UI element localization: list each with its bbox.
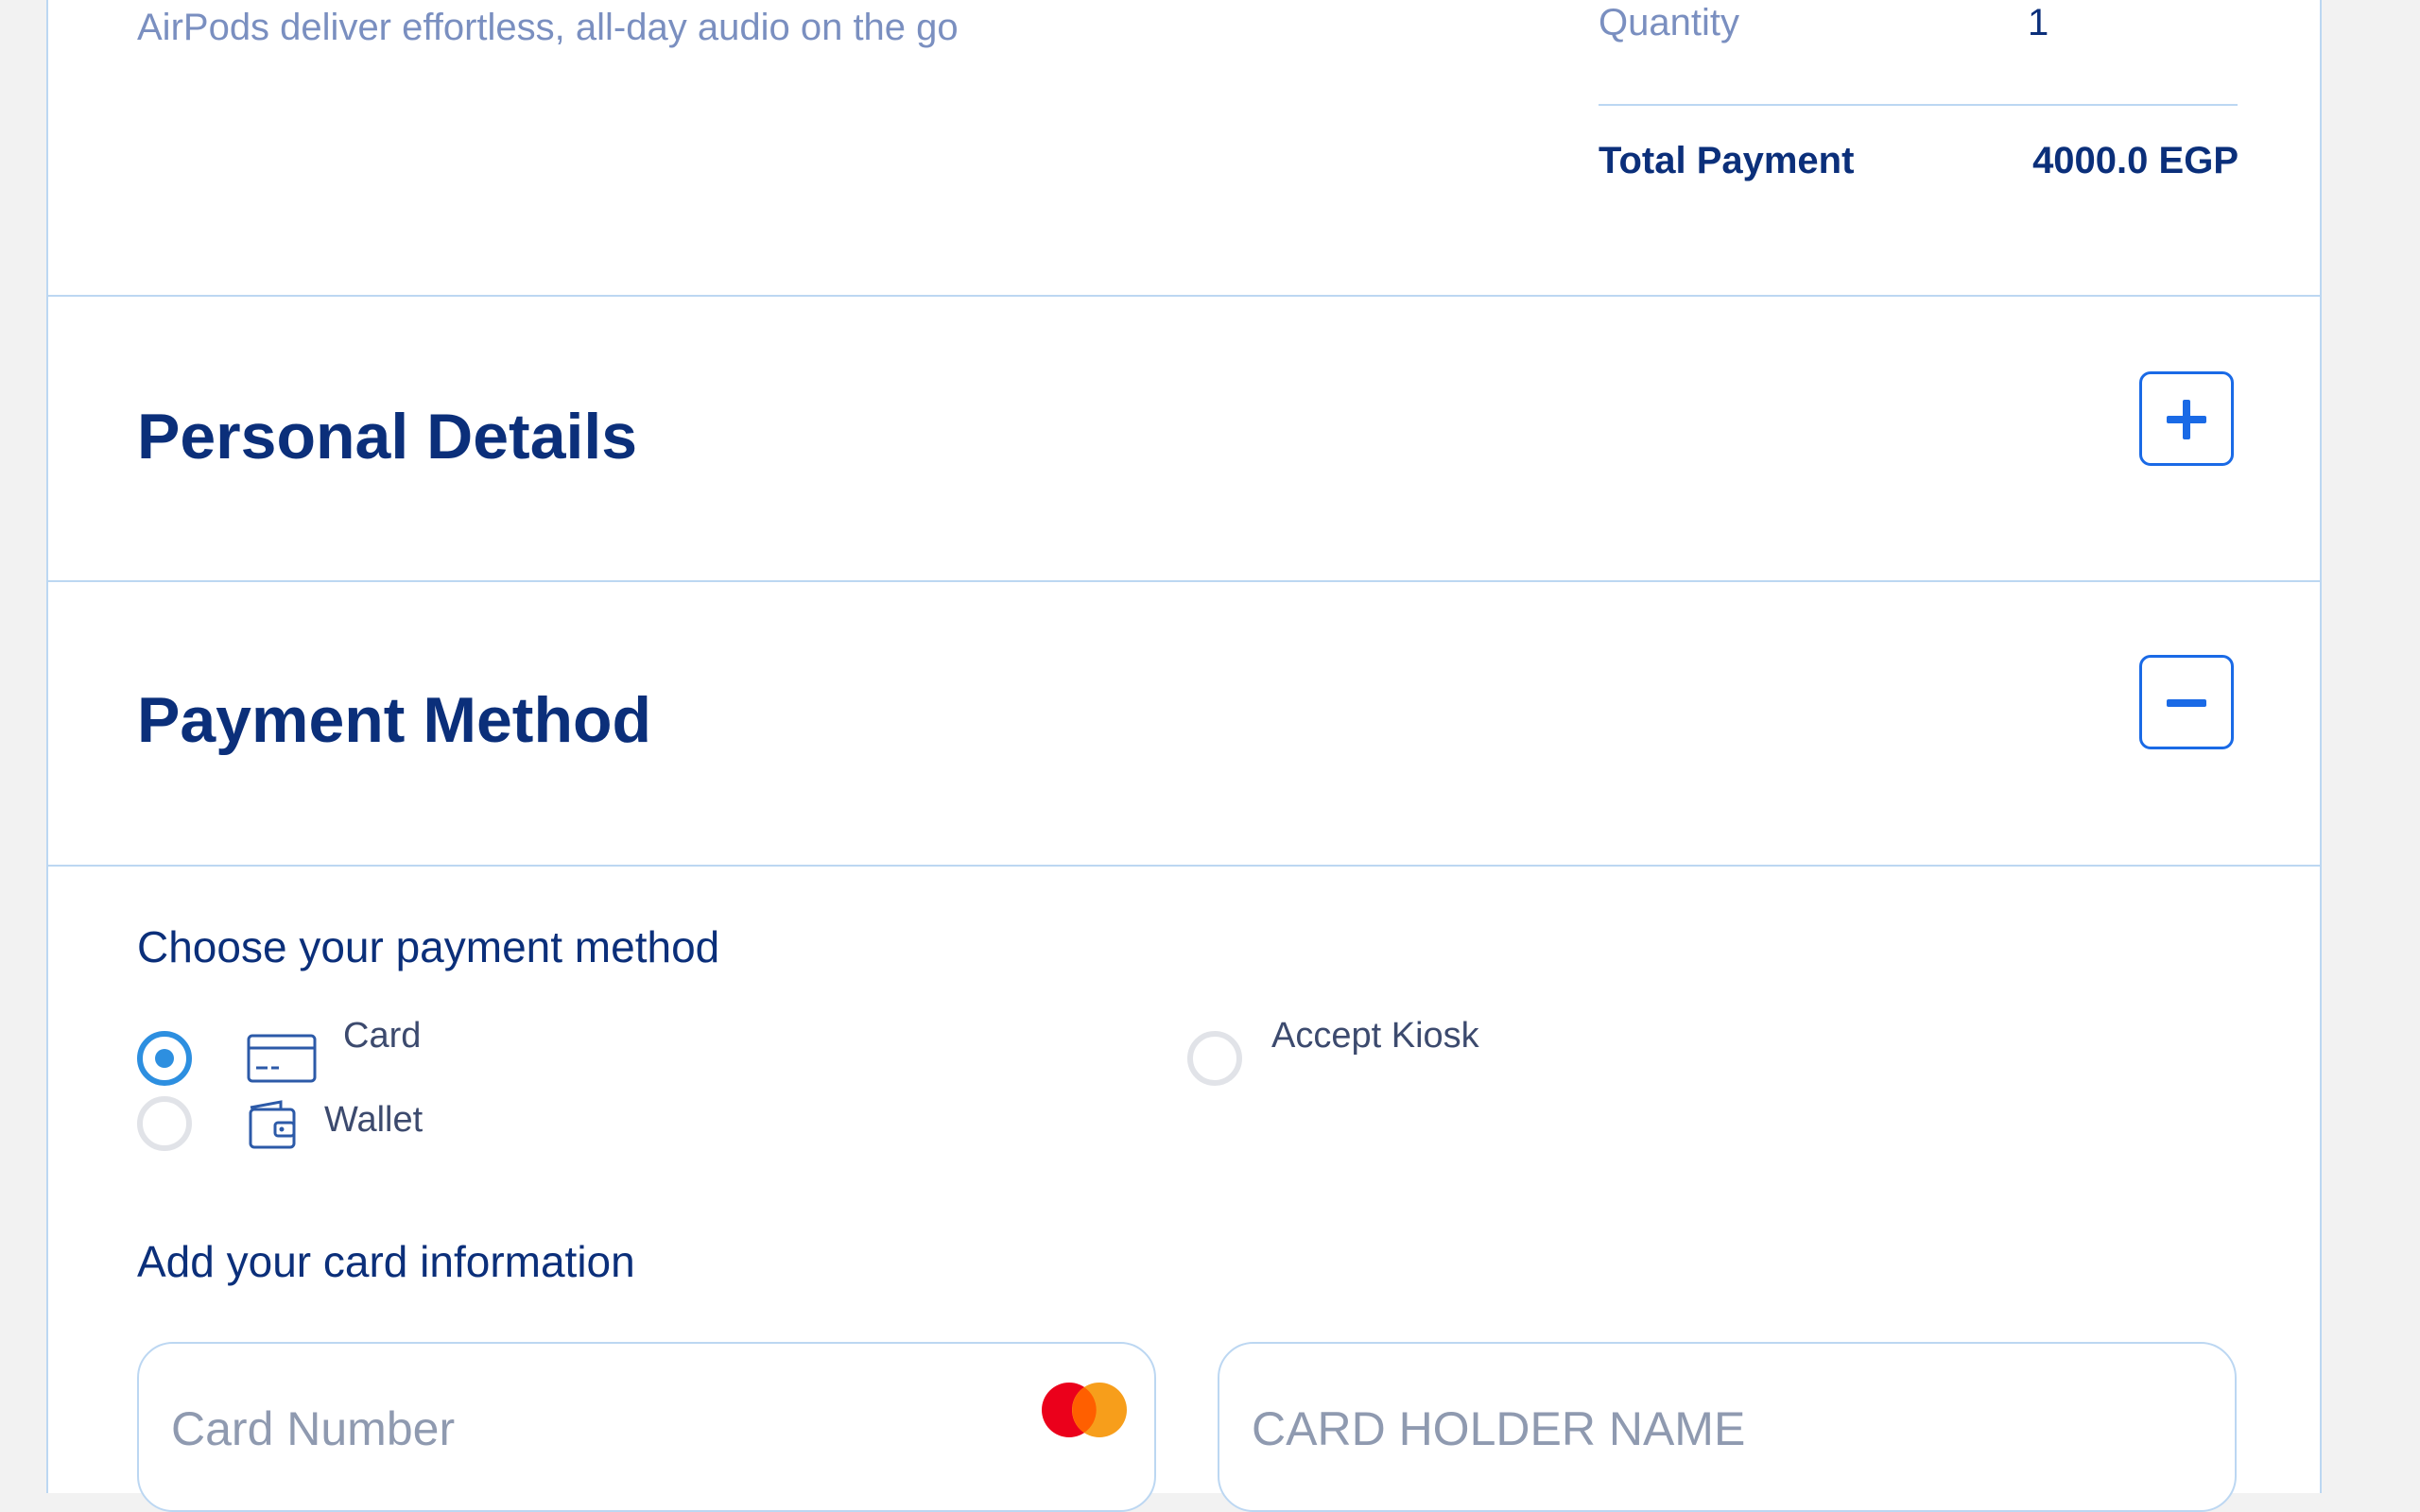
total-payment-value: 4000.0 EGP [2032, 140, 2238, 181]
option-wallet-label: Wallet [324, 1100, 424, 1140]
section-divider [48, 580, 2320, 582]
card-holder-name-field[interactable] [1218, 1342, 2237, 1512]
option-card-label: Card [343, 1016, 422, 1056]
payment-method-title: Payment Method [137, 684, 652, 756]
summary-divider [1599, 104, 2238, 106]
payment-method-collapse-button[interactable] [2139, 655, 2234, 749]
quantity-value: 1 [2028, 2, 2049, 43]
radio-accept-kiosk[interactable] [1187, 1031, 1242, 1086]
product-description: AirPods deliver effortless, all-day audi… [137, 7, 959, 48]
add-card-info-label: Add your card information [137, 1237, 635, 1286]
section-divider [48, 865, 2320, 867]
card-number-field[interactable] [137, 1342, 1156, 1512]
personal-details-title: Personal Details [137, 401, 638, 472]
credit-card-icon [247, 1034, 317, 1083]
quantity-label: Quantity [1599, 2, 1739, 43]
mastercard-icon [1042, 1383, 1127, 1437]
option-accept-kiosk-label: Accept Kiosk [1271, 1016, 1479, 1056]
choose-payment-method-label: Choose your payment method [137, 922, 720, 971]
radio-wallet[interactable] [137, 1096, 192, 1151]
section-divider [48, 295, 2320, 297]
card-holder-name-input[interactable] [1250, 1395, 2104, 1463]
personal-details-expand-button[interactable] [2139, 371, 2234, 466]
minus-icon [2167, 699, 2206, 707]
radio-card[interactable] [137, 1031, 192, 1086]
wallet-icon [249, 1100, 296, 1149]
card-number-input[interactable] [169, 1395, 1024, 1463]
total-payment-label: Total Payment [1599, 140, 1855, 181]
checkout-card: AirPods deliver effortless, all-day audi… [46, 0, 2322, 1512]
